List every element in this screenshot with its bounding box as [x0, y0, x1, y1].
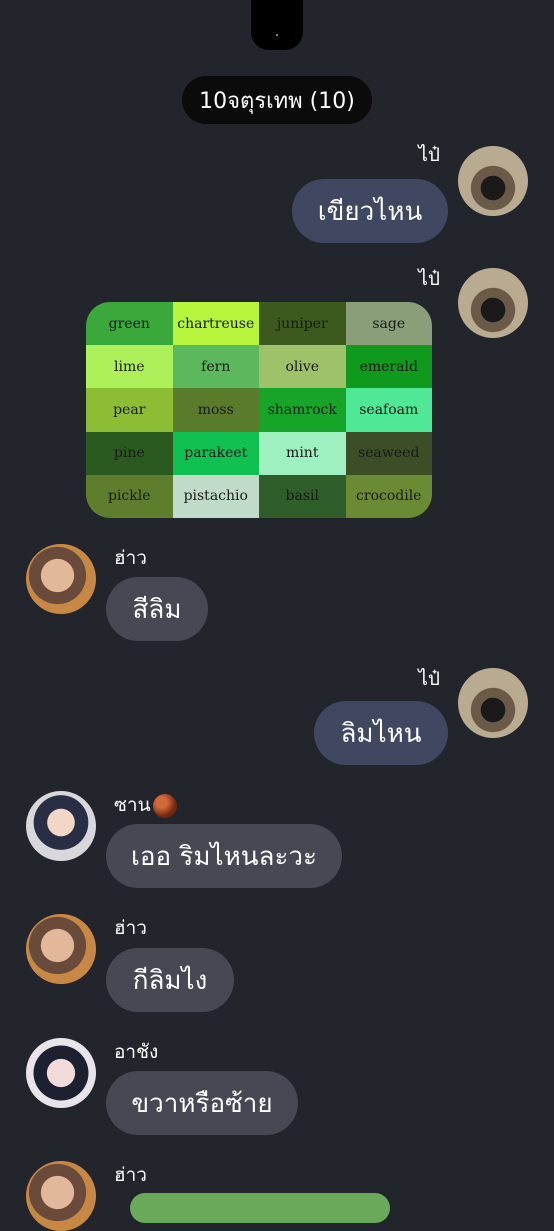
color-swatch: basil: [259, 474, 346, 518]
color-swatch: sage: [345, 302, 432, 346]
sender-name: ไป๋: [418, 668, 440, 690]
color-swatch: lime: [86, 345, 173, 389]
avatar[interactable]: [26, 1038, 96, 1108]
color-swatch: olive: [259, 345, 346, 389]
color-chart-image[interactable]: green chartreuse juniper sage lime fern olive e…: [86, 302, 432, 518]
message-bubble-partial[interactable]: [130, 1193, 390, 1223]
avatar[interactable]: [26, 914, 96, 984]
color-swatch: moss: [172, 388, 259, 432]
avatar[interactable]: [26, 791, 96, 861]
color-swatch: mint: [259, 431, 346, 475]
notch-indicator: .: [274, 24, 280, 40]
top-notch: .: [251, 0, 303, 50]
avatar[interactable]: [458, 668, 528, 738]
avatar[interactable]: [26, 544, 96, 614]
sender-name: ซาน: [114, 794, 151, 816]
chestnut-emoji-icon: [152, 793, 177, 818]
sender-name: ไป๋: [418, 268, 440, 290]
color-swatch: green: [86, 302, 173, 346]
color-swatch: juniper: [259, 302, 346, 346]
sender-name: อาชัง: [114, 1041, 159, 1063]
message-bubble[interactable]: กีลิมไง: [106, 948, 234, 1012]
color-swatch: emerald: [345, 345, 432, 389]
avatar[interactable]: [26, 1161, 96, 1231]
avatar[interactable]: [458, 268, 528, 338]
color-swatch: crocodile: [345, 474, 432, 518]
message-bubble[interactable]: ขวาหรือซ้าย: [106, 1071, 298, 1135]
color-swatch: shamrock: [259, 388, 346, 432]
color-swatch: chartreuse: [172, 302, 259, 346]
sender-name: ฮ่าว: [114, 547, 147, 569]
sender-name: ฮ่าว: [114, 1164, 147, 1186]
color-swatch: pear: [86, 388, 173, 432]
color-swatch: pine: [86, 431, 173, 475]
color-swatch: seafoam: [345, 388, 432, 432]
message-bubble[interactable]: สีลิม: [106, 577, 208, 641]
message-bubble[interactable]: เขียวไหน: [292, 179, 448, 243]
color-swatch: parakeet: [172, 431, 259, 475]
sender-name: ไป๋: [418, 144, 440, 166]
sender-name-row: ซาน: [114, 790, 177, 820]
avatar[interactable]: [458, 146, 528, 216]
color-swatch: pickle: [86, 474, 173, 518]
message-bubble[interactable]: เออ ริมไหนละวะ: [106, 824, 342, 888]
color-swatch: seaweed: [345, 431, 432, 475]
group-title-pill[interactable]: 10จตุรเทพ (10): [182, 76, 372, 124]
sender-name: ฮ่าว: [114, 917, 147, 939]
color-swatch: fern: [172, 345, 259, 389]
color-swatch: pistachio: [172, 474, 259, 518]
message-bubble[interactable]: ลิมไหน: [314, 701, 448, 765]
